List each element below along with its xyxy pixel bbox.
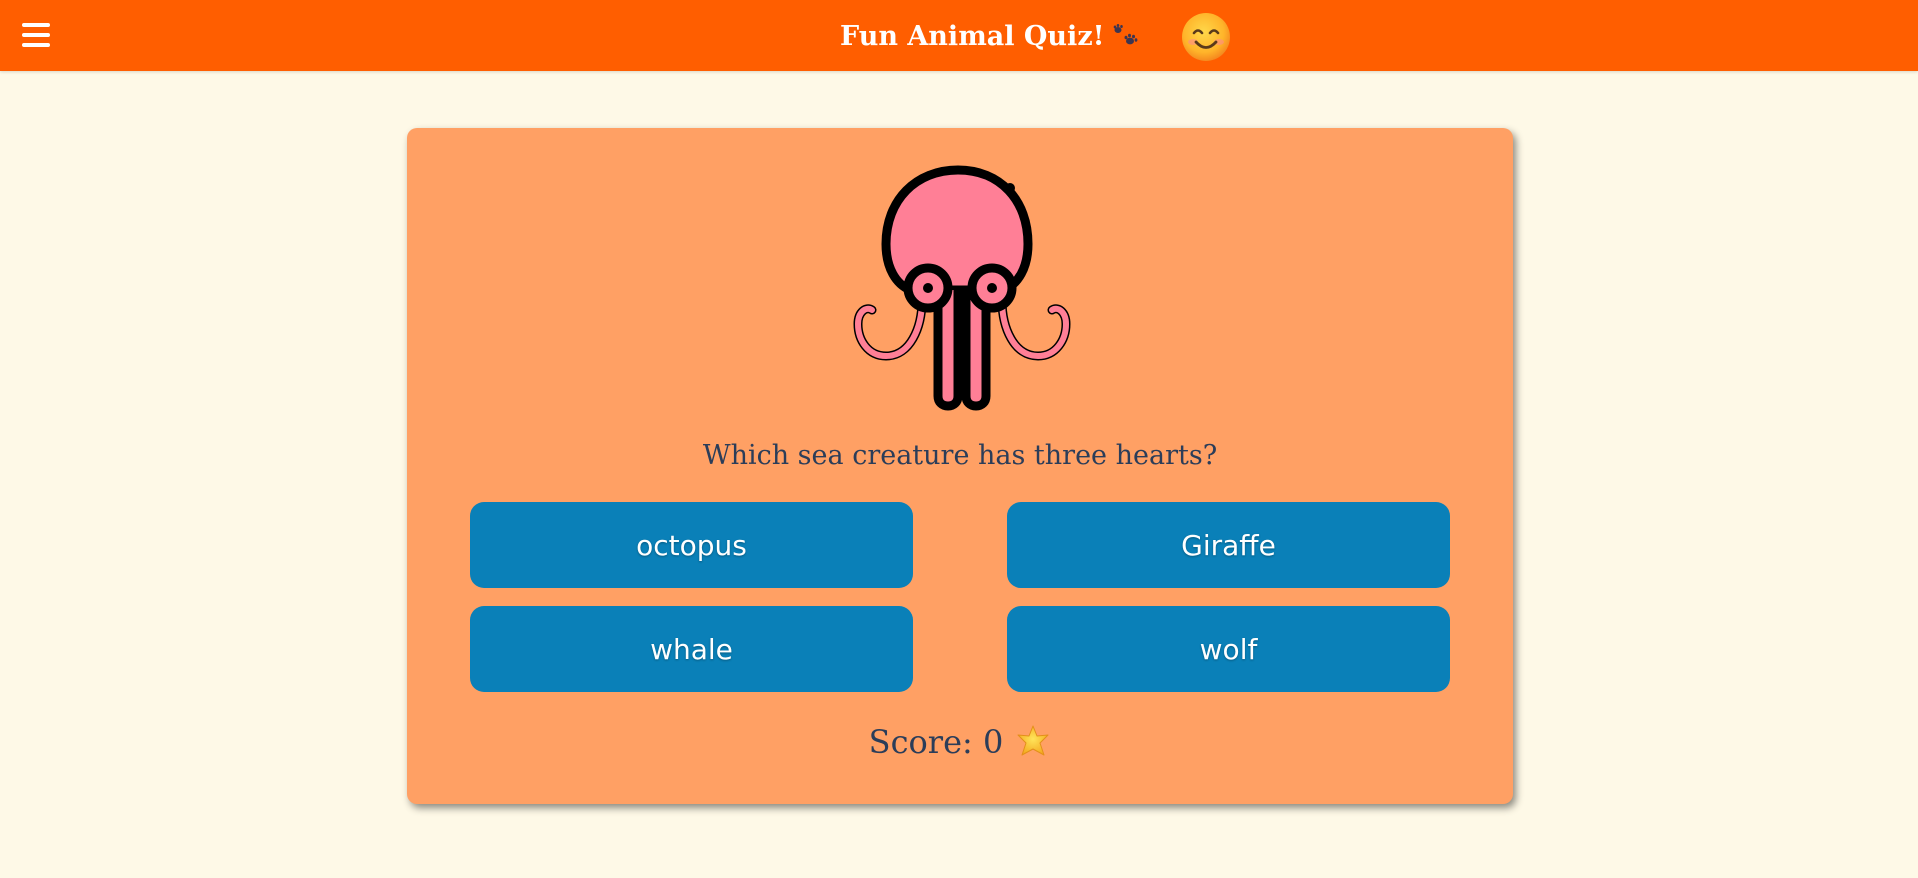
top-bar: Fun Animal Quiz! (0, 0, 1918, 71)
octopus-icon (853, 165, 1071, 411)
answer-button-giraffe[interactable]: Giraffe (1007, 502, 1450, 588)
answer-button-wolf[interactable]: wolf (1007, 606, 1450, 692)
score-text: Score: 0 (868, 723, 1004, 761)
answer-button-whale[interactable]: whale (470, 606, 913, 692)
quiz-card: Which sea creature has three hearts? oct… (407, 128, 1513, 804)
app-title: Fun Animal Quiz! (840, 20, 1105, 52)
star-icon (1017, 725, 1049, 756)
hamburger-menu-icon[interactable] (22, 20, 52, 50)
score-display: Score: 0 (407, 723, 1513, 761)
header-title-group: Fun Animal Quiz! (840, 16, 1141, 56)
smiling-face-icon[interactable] (1180, 11, 1232, 63)
question-text: Which sea creature has three hearts? (702, 440, 1218, 471)
answer-button-octopus[interactable]: octopus (470, 502, 913, 588)
paw-prints-icon (1113, 24, 1137, 45)
